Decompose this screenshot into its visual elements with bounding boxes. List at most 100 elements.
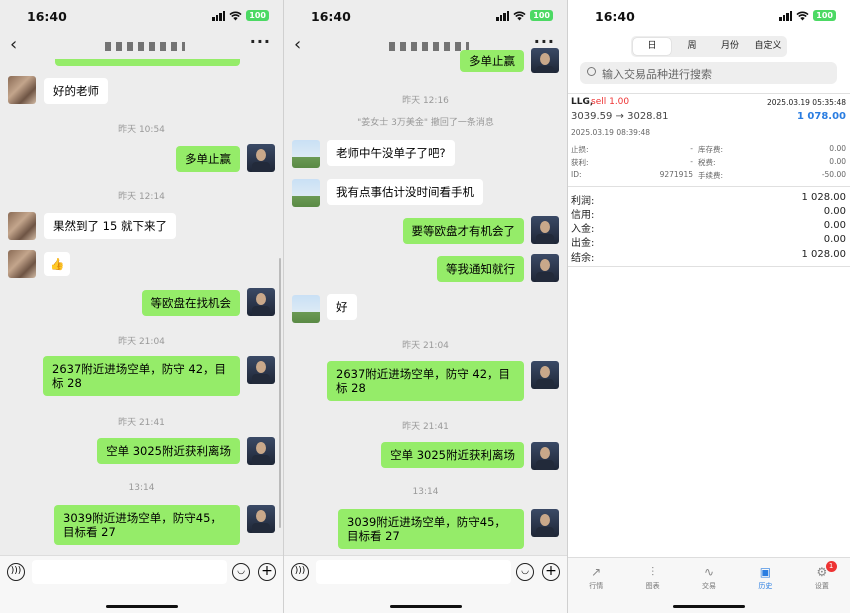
voice-icon[interactable]: )))	[7, 563, 25, 581]
detail-label: 止损:	[571, 145, 589, 154]
avatar[interactable]	[531, 216, 559, 244]
summary-value: 0.00	[823, 234, 846, 245]
status-bar: 16:40 100	[568, 8, 850, 26]
divider	[568, 93, 850, 94]
avatar[interactable]	[247, 356, 275, 384]
bottom-tab-bar: ↗ 行情 ⫶ 图表 ∿ 交易 ▣ 历史 ⚙ 设置 1	[568, 557, 850, 613]
timestamp: 昨天 21:41	[118, 418, 165, 428]
tab-label: 历史	[758, 582, 773, 590]
emoji-icon[interactable]: ◡	[232, 563, 250, 581]
order-profit: 1 078.00	[796, 111, 846, 122]
avatar[interactable]	[8, 212, 36, 240]
more-icon[interactable]: ···	[250, 32, 271, 51]
input-bar: ))) ◡ +	[284, 555, 567, 613]
detail-value: 9271915	[659, 170, 693, 179]
avatar[interactable]	[247, 437, 275, 465]
voice-icon[interactable]: )))	[291, 563, 309, 581]
home-indicator	[105, 605, 178, 608]
symbol-search-input[interactable]: 输入交易品种进行搜索	[580, 62, 837, 84]
timestamp: 昨天 12:14	[118, 192, 165, 202]
message-bubble: 空单 3025附近获利离场	[97, 438, 240, 464]
trading-history-panel: 16:40 100 日 周 月份 自定义 输入交易品种进行搜索 LLG, sel…	[568, 0, 850, 613]
timestamp: 昨天 12:16	[402, 96, 449, 106]
message-input[interactable]	[32, 560, 227, 584]
avatar[interactable]	[531, 361, 559, 389]
plus-icon[interactable]: +	[542, 563, 560, 581]
avatar[interactable]	[292, 179, 320, 207]
back-icon[interactable]: ‹	[294, 34, 301, 55]
recall-notice: "姜女士 3万美金" 撤回了一条消息	[357, 118, 494, 128]
avatar[interactable]	[8, 76, 36, 104]
status-bar: 16:40 100	[0, 8, 283, 26]
chart-icon: ⫶	[651, 565, 655, 579]
summary-label: 结余:	[571, 253, 595, 264]
detail-value: -	[690, 144, 693, 153]
timestamp: 13:14	[128, 483, 155, 493]
battery-icon: 100	[813, 10, 836, 21]
message-bubble: 3039附近进场空单，防守45，目标看 27	[54, 505, 240, 545]
message-input[interactable]	[316, 560, 511, 584]
detail-label: 手续费:	[698, 171, 724, 180]
signal-icon	[212, 10, 226, 21]
timestamp: 昨天 21:04	[118, 337, 165, 347]
tab-week[interactable]: 周	[673, 36, 711, 57]
partial-bubble	[55, 59, 240, 66]
summary-label: 出金:	[571, 238, 595, 249]
summary-label: 入金:	[571, 224, 595, 235]
avatar[interactable]	[531, 48, 559, 73]
timestamp: 13:14	[412, 487, 439, 497]
summary-label: 利润:	[571, 196, 595, 207]
tab-settings[interactable]: ⚙ 设置 1	[794, 558, 850, 613]
summary-value: 1 028.00	[801, 192, 846, 203]
avatar[interactable]	[292, 295, 320, 323]
message-bubble: 果然到了 15 就下来了	[44, 213, 176, 239]
wifi-icon	[229, 11, 242, 20]
avatar[interactable]	[8, 250, 36, 278]
emoji-icon[interactable]: ◡	[516, 563, 534, 581]
tab-label: 行情	[589, 582, 604, 590]
avatar[interactable]	[247, 505, 275, 533]
detail-label: 获利:	[571, 158, 589, 167]
order-symbol: LLG,	[571, 97, 594, 107]
thumbs-up-sticker: 👍	[44, 252, 71, 276]
trade-icon: ∿	[703, 565, 715, 579]
chat-panel-2: 16:40 100 ‹ ··· 多单止赢 昨天 12:16 "姜女士 3万美金"…	[284, 0, 567, 613]
status-time: 16:40	[311, 9, 351, 24]
avatar[interactable]	[247, 288, 275, 316]
home-indicator	[673, 605, 745, 608]
order-open-time: 2025.03.19 08:39:48	[571, 128, 651, 137]
notification-badge: 1	[825, 561, 837, 572]
summary-value: 0.00	[823, 206, 846, 217]
battery-icon: 100	[246, 10, 269, 21]
scrollbar[interactable]	[279, 258, 281, 528]
tab-month[interactable]: 月份	[711, 36, 749, 57]
avatar[interactable]	[531, 509, 559, 537]
avatar[interactable]	[531, 254, 559, 282]
tab-day[interactable]: 日	[633, 38, 671, 55]
detail-value: 0.00	[829, 157, 846, 166]
back-icon[interactable]: ‹	[10, 34, 17, 55]
plus-icon[interactable]: +	[258, 563, 276, 581]
chat-header: ‹ ···	[284, 30, 567, 62]
wifi-icon	[513, 11, 526, 20]
status-time: 16:40	[27, 9, 67, 24]
detail-label: ID:	[571, 170, 582, 179]
tab-label: 设置	[814, 582, 829, 590]
tab-history[interactable]: ▣ 历史	[737, 558, 793, 613]
search-icon	[587, 67, 596, 76]
timestamp: 昨天 21:41	[402, 422, 449, 432]
summary-value: 0.00	[823, 220, 846, 231]
avatar[interactable]	[247, 144, 275, 172]
message-bubble: 要等欧盘才有机会了	[402, 218, 524, 244]
tab-quotes[interactable]: ↗ 行情	[568, 558, 624, 613]
message-bubble: 3039附近进场空单，防守45，目标看 27	[338, 509, 524, 549]
tab-custom[interactable]: 自定义	[749, 36, 787, 57]
status-time: 16:40	[595, 9, 635, 24]
history-icon: ▣	[759, 565, 772, 579]
avatar[interactable]	[292, 140, 320, 168]
timestamp: 昨天 10:54	[118, 125, 165, 135]
message-bubble: 2637附近进场空单，防守 42，目标 28	[43, 356, 240, 396]
tab-label: 交易	[702, 582, 717, 590]
input-bar: ))) ◡ +	[0, 555, 283, 613]
avatar[interactable]	[531, 442, 559, 470]
